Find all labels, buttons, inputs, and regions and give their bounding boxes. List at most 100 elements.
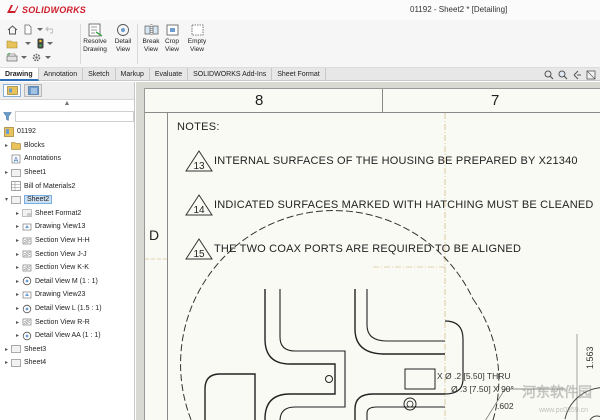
command-tabs: Drawing Annotation Sketch Markup Evaluat… — [0, 68, 600, 81]
tab-markup[interactable]: Markup — [116, 68, 150, 81]
zone-row: 8 7 — [145, 89, 600, 113]
expand-arrow-icon[interactable]: ▸ — [3, 359, 10, 366]
sheet-icon — [10, 344, 21, 354]
expand-arrow-icon[interactable]: ▸ — [14, 264, 21, 271]
tree-item[interactable]: ▸ Drawing View23 — [0, 288, 134, 302]
filter-icon[interactable] — [3, 111, 12, 121]
search-icon[interactable] — [544, 70, 554, 80]
dropdown-arrow-icon[interactable] — [44, 38, 56, 49]
tree-item[interactable]: ▾ Sheet2 — [0, 193, 134, 207]
title-bar: SOLIDWORKS 01192 - Sheet2 * [Detailing] — [0, 0, 600, 20]
dimension-1563[interactable]: 1.563 — [585, 346, 595, 369]
tree-item[interactable]: ▸ Section View J-J — [0, 247, 134, 261]
break-view-icon — [143, 22, 159, 37]
filter-row — [0, 109, 134, 123]
crop-view-button[interactable]: Crop View — [158, 22, 186, 53]
brand-name: SOLIDWORKS — [22, 4, 86, 15]
tab-annotation[interactable]: Annotation — [39, 68, 84, 81]
drawing-view-icon — [21, 222, 32, 232]
solidworks-logo[interactable]: SOLIDWORKS — [6, 4, 86, 15]
previous-view-icon[interactable] — [572, 70, 582, 80]
expand-arrow-icon[interactable]: ▸ — [14, 305, 21, 312]
expand-arrow-icon[interactable]: ▸ — [14, 332, 21, 339]
tree-filter-input[interactable] — [14, 110, 134, 122]
expand-arrow-icon[interactable]: ▸ — [14, 319, 21, 326]
crop-view-icon — [164, 22, 180, 37]
tree-item[interactable]: ▸ Blocks — [0, 139, 134, 153]
feature-manager-tab[interactable] — [3, 84, 21, 97]
expand-arrow-icon[interactable]: ▸ — [14, 251, 21, 258]
tree-item[interactable]: ▸ Detail View AA (1 : 1) — [0, 329, 134, 343]
tree-item[interactable]: ▸ Detail View L (1.5 : 1) — [0, 302, 134, 316]
tab-evaluate[interactable]: Evaluate — [150, 68, 189, 81]
hole-callout[interactable]: X Ø .2 [5.50] THRU — [437, 371, 511, 381]
property-manager-tab[interactable] — [24, 84, 42, 97]
tree-root[interactable]: 01192 — [0, 125, 134, 139]
panel-tab-bar — [0, 82, 134, 100]
drawing-sheet[interactable]: 8 7 D NOTES: 13 INTERNAL SURFACES OF THE… — [144, 88, 600, 420]
sheet-icon — [10, 358, 21, 368]
drawing-canvas[interactable]: 8 7 D NOTES: 13 INTERNAL SURFACES OF THE… — [136, 82, 600, 420]
note-14[interactable]: 14 INDICATED SURFACES MARKED WITH HATCHI… — [185, 193, 594, 217]
site-watermark: 河东软件园 — [522, 384, 592, 400]
tree-item[interactable]: ▸ Sheet Format2 — [0, 207, 134, 221]
view-toolbar — [544, 68, 596, 81]
dropdown-arrow-icon[interactable] — [42, 52, 54, 63]
tree-item[interactable]: ▸ Sheet4 — [0, 356, 134, 370]
tree-item[interactable]: ▸ Section View H-H — [0, 234, 134, 248]
tree-item-label: Section View R-R — [35, 318, 90, 326]
tree-item[interactable]: ▸ Section View K-K — [0, 261, 134, 275]
detail-view-label: Detail View — [114, 38, 132, 53]
undo-icon[interactable] — [44, 24, 56, 35]
expand-arrow-icon[interactable]: ▸ — [14, 278, 21, 285]
expand-arrow-icon[interactable]: ▸ — [14, 237, 21, 244]
tree-item-label: Sheet3 — [24, 345, 47, 353]
home-icon[interactable] — [6, 24, 18, 35]
chamfer-callout[interactable]: Ø .3 [7.50] X 90° — [451, 384, 514, 394]
tab-drawing[interactable]: Drawing — [0, 68, 39, 81]
tree-item[interactable]: ▸ Sheet1 — [0, 166, 134, 180]
empty-view-button[interactable]: Empty View — [183, 22, 211, 53]
feature-manager-panel: ▲ 01192 ▸ Blocks A Annotations ▸ Sheet1 Bill o… — [0, 82, 135, 420]
tree-item-label: Section View H-H — [35, 237, 90, 245]
flag-note-triangle-icon: 13 — [185, 150, 213, 172]
tree-item[interactable]: ▸ Detail View M (1 : 1) — [0, 275, 134, 289]
tree-item[interactable]: ▸ Sheet3 — [0, 343, 134, 357]
collapse-arrow-icon[interactable]: ▾ — [3, 196, 10, 203]
tree-item[interactable]: Bill of Materials2 — [0, 179, 134, 193]
dropdown-arrow-icon[interactable] — [18, 52, 30, 63]
resolve-drawing-button[interactable]: Resolve Drawing — [81, 22, 109, 53]
expand-arrow-icon[interactable]: ▸ — [14, 291, 21, 298]
dropdown-arrow-icon[interactable] — [22, 38, 34, 49]
note-15[interactable]: 15 THE TWO COAX PORTS ARE REQUIRED TO BE… — [185, 237, 521, 261]
zone-letter-d: D — [149, 227, 160, 243]
sheet-format-icon — [21, 208, 32, 218]
expand-arrow-icon[interactable]: ▸ — [14, 210, 21, 217]
expand-arrow-icon[interactable]: ▸ — [14, 223, 21, 230]
dimension-602[interactable]: .602 — [497, 401, 514, 411]
tab-sketch[interactable]: Sketch — [83, 68, 116, 81]
detail-view-button[interactable]: Detail View — [109, 22, 137, 53]
expand-arrow-icon[interactable]: ▸ — [3, 346, 10, 353]
tab-sheet-format[interactable]: Sheet Format — [272, 68, 326, 81]
detail-view-icon — [21, 331, 32, 341]
gear-icon[interactable] — [30, 52, 42, 63]
open-file-icon[interactable] — [6, 38, 18, 49]
tree-item[interactable]: ▸ Section View R-R — [0, 315, 134, 329]
expand-arrow-icon[interactable]: ▸ — [3, 169, 10, 176]
tree-item-label: Blocks — [24, 141, 45, 149]
zoom-area-icon[interactable] — [558, 70, 568, 80]
panel-collapse-arrow[interactable]: ▲ — [0, 100, 134, 109]
note-15-number: 15 — [193, 249, 205, 260]
note-14-number: 14 — [193, 205, 205, 216]
tree-item-label: Detail View M (1 : 1) — [35, 277, 98, 285]
notes-title: NOTES: — [177, 121, 220, 133]
expand-arrow-icon[interactable]: ▸ — [3, 142, 10, 149]
note-13[interactable]: 13 INTERNAL SURFACES OF THE HOUSING BE P… — [185, 149, 578, 173]
tree-item[interactable]: A Annotations — [0, 152, 134, 166]
tree-item[interactable]: ▸ Drawing View13 — [0, 220, 134, 234]
new-document-icon[interactable] — [22, 24, 34, 35]
tab-solidworks-add-ins[interactable]: SOLIDWORKS Add-Ins — [188, 68, 273, 81]
print-icon[interactable] — [6, 52, 18, 63]
display-style-icon[interactable] — [586, 70, 596, 80]
